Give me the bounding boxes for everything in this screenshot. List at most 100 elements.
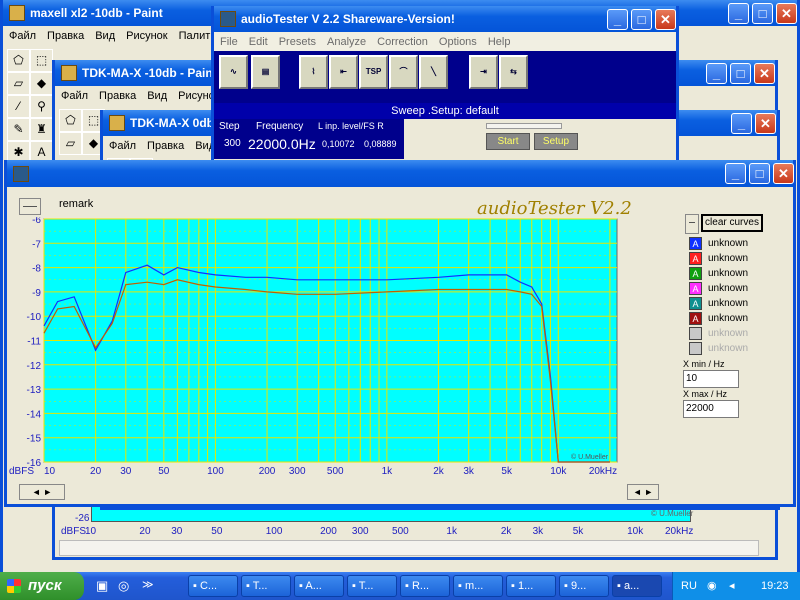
quicklaunch-more-icon[interactable]: ≫ — [142, 578, 154, 591]
start-button[interactable]: Start — [486, 133, 530, 150]
curve-channel-badge[interactable]: A — [689, 251, 702, 265]
rect-select-tool-icon[interactable]: ⬚ — [30, 49, 53, 72]
background-scrollbar[interactable] — [59, 540, 759, 556]
menu-edit[interactable]: Правка — [99, 90, 136, 102]
minimize-button[interactable]: _ — [607, 9, 628, 30]
taskbar-button[interactable]: ▪ A... — [294, 575, 344, 597]
menu-view[interactable]: Вид — [95, 30, 115, 42]
taskbar-app-icon: ▪ — [458, 580, 465, 592]
menu-analyze[interactable]: Analyze — [327, 36, 366, 48]
menu-correction[interactable]: Correction — [377, 36, 428, 48]
xmax-input[interactable]: 22000 — [683, 400, 739, 418]
thd-tool-icon[interactable]: ╲ — [419, 55, 448, 89]
close-button[interactable]: ✕ — [655, 9, 676, 30]
xmin-input[interactable]: 10 — [683, 370, 739, 388]
close-button[interactable]: ✕ — [754, 63, 775, 84]
maximize-button[interactable]: □ — [752, 3, 773, 24]
clear-curves-button[interactable]: clear curves — [701, 214, 763, 232]
taskbar-button[interactable]: ▪ m... — [453, 575, 503, 597]
taskbar-button[interactable]: ▪ T... — [241, 575, 291, 597]
menu-edit[interactable]: Правка — [47, 30, 84, 42]
phase-tool-icon[interactable]: ⇆ — [499, 55, 528, 89]
maximize-button[interactable]: □ — [631, 9, 652, 30]
volume-icon[interactable]: ◂ — [729, 572, 735, 600]
network-icon[interactable]: ◉ — [707, 572, 717, 600]
curve-channel-badge[interactable]: A — [689, 266, 702, 280]
setup-button[interactable]: Setup — [534, 133, 578, 150]
sweep-tool-icon[interactable]: ⇤ — [329, 55, 358, 89]
setup-label: Setup — [542, 136, 570, 147]
curve-channel-badge[interactable] — [689, 341, 702, 355]
minimize-button[interactable]: _ — [731, 113, 752, 134]
taskbar-button-label: T... — [358, 580, 374, 592]
magnifier-tool-icon[interactable]: ⚲ — [30, 95, 53, 118]
menu-options[interactable]: Options — [439, 36, 477, 48]
curve-list-spinner[interactable] — [685, 214, 699, 234]
plot-titlebar[interactable] — [7, 160, 793, 187]
open-file-icon[interactable]: ▤ — [251, 55, 280, 89]
curve-entry[interactable]: Aunknown — [689, 236, 748, 250]
menu-edit[interactable]: Edit — [249, 36, 268, 48]
curve-entry[interactable]: Aunknown — [689, 251, 748, 265]
menu-view[interactable]: Вид — [147, 90, 167, 102]
picker-tool-icon[interactable]: ⁄ — [7, 95, 30, 118]
x-scale-spinner[interactable]: ◄ ► — [19, 484, 65, 500]
eraser-tool-icon[interactable]: ▱ — [7, 72, 30, 95]
menu-presets[interactable]: Presets — [279, 36, 316, 48]
close-button[interactable]: ✕ — [773, 163, 794, 184]
tsp-tool-button[interactable]: TSP — [359, 55, 388, 89]
curve-channel-badge[interactable]: A — [689, 296, 702, 310]
free-select-tool-icon[interactable]: ⬠ — [59, 109, 82, 132]
fill-tool-icon[interactable]: ◆ — [30, 72, 53, 95]
response-tool-icon[interactable]: ⌒ — [389, 55, 418, 89]
maximize-button[interactable]: □ — [730, 63, 751, 84]
minimize-button[interactable]: _ — [706, 63, 727, 84]
close-button[interactable]: ✕ — [755, 113, 776, 134]
curve-entry[interactable]: Aunknown — [689, 281, 748, 295]
curve-channel-badge[interactable] — [689, 326, 702, 340]
start-menu-button[interactable]: пуск — [0, 572, 84, 600]
x-scroll-arrows[interactable]: ◄ ► — [627, 484, 659, 500]
spectrum-tool-icon[interactable]: ⌇ — [299, 55, 328, 89]
minimize-button[interactable]: _ — [725, 163, 746, 184]
menu-image[interactable]: Рисунок — [126, 30, 168, 42]
menu-help[interactable]: Help — [488, 36, 511, 48]
impedance-tool-icon[interactable]: ⇥ — [469, 55, 498, 89]
plot-window[interactable]: _ □ ✕ remark audioTester V2.2 -6 -7 -8 -9 -1… — [4, 160, 796, 507]
taskbar-button[interactable]: ▪ 1... — [506, 575, 556, 597]
audiotester-main-window[interactable]: audioTester V 2.2 Shareware-Version! _ □… — [211, 6, 679, 166]
menu-edit[interactable]: Правка — [147, 140, 184, 152]
curve-entry[interactable]: unknown — [689, 341, 748, 355]
eraser-tool-icon[interactable]: ▱ — [59, 132, 82, 155]
y-scale-spinner[interactable] — [19, 198, 41, 215]
quicklaunch-browser-icon[interactable]: ◎ — [118, 578, 129, 594]
curve-entry[interactable]: Aunknown — [689, 311, 748, 325]
taskbar-button[interactable]: ▪ R... — [400, 575, 450, 597]
menu-file[interactable]: Файл — [9, 30, 36, 42]
curve-channel-badge[interactable]: A — [689, 236, 702, 250]
curve-entry[interactable]: unknown — [689, 326, 748, 340]
curve-name: unknown — [708, 297, 749, 309]
language-indicator[interactable]: RU — [681, 572, 697, 600]
curve-entry[interactable]: Aunknown — [689, 296, 748, 310]
minimize-button[interactable]: _ — [728, 3, 749, 24]
taskbar-button[interactable]: ▪ a... — [612, 575, 662, 597]
menu-palette[interactable]: Палит — [179, 30, 211, 42]
maximize-button[interactable]: □ — [749, 163, 770, 184]
menu-file[interactable]: File — [220, 36, 238, 48]
taskbar-button[interactable]: ▪ C... — [188, 575, 238, 597]
free-select-tool-icon[interactable]: ⬠ — [7, 49, 30, 72]
menu-file[interactable]: Файл — [109, 140, 136, 152]
curve-entry[interactable]: Aunknown — [689, 266, 748, 280]
taskbar-button[interactable]: ▪ T... — [347, 575, 397, 597]
menu-file[interactable]: Файл — [61, 90, 88, 102]
pencil-tool-icon[interactable]: ✎ — [7, 118, 30, 141]
close-button[interactable]: ✕ — [776, 3, 797, 24]
curve-channel-badge[interactable]: A — [689, 281, 702, 295]
curve-channel-badge[interactable]: A — [689, 311, 702, 325]
scope-tool-icon[interactable]: ∿ — [219, 55, 248, 89]
taskbar-button[interactable]: ▪ 9... — [559, 575, 609, 597]
brush-tool-icon[interactable]: ♜ — [30, 118, 53, 141]
quicklaunch-desktop-icon[interactable]: ▣ — [96, 578, 108, 594]
xmax-label: X max / Hz — [683, 389, 728, 399]
